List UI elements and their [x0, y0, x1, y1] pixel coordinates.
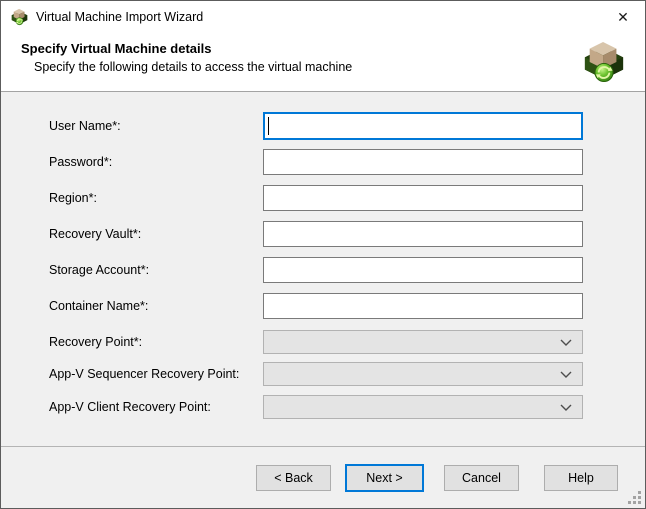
cancel-button[interactable]: Cancel: [444, 465, 519, 491]
user-name-input[interactable]: [263, 112, 583, 140]
appv-sequencer-recovery-point-select[interactable]: [263, 362, 583, 386]
close-icon: ✕: [617, 9, 629, 26]
user-name-row: User Name*:: [1, 112, 645, 140]
chevron-down-icon: [560, 404, 572, 411]
user-name-label: User Name*:: [49, 112, 121, 140]
storage-account-row: Storage Account*:: [1, 257, 645, 283]
container-name-row: Container Name*:: [1, 293, 645, 319]
region-input[interactable]: [263, 185, 583, 211]
recovery-vault-label: Recovery Vault*:: [49, 221, 141, 247]
password-label: Password*:: [49, 149, 112, 175]
app-icon: [11, 8, 28, 26]
window-title: Virtual Machine Import Wizard: [36, 10, 203, 24]
password-row: Password*:: [1, 149, 645, 175]
back-button[interactable]: < Back: [256, 465, 331, 491]
recovery-vault-row: Recovery Vault*:: [1, 221, 645, 247]
password-input[interactable]: [263, 149, 583, 175]
appv-client-recovery-point-row: App-V Client Recovery Point:: [1, 395, 645, 419]
appv-client-recovery-point-label: App-V Client Recovery Point:: [49, 395, 211, 419]
container-name-label: Container Name*:: [49, 293, 148, 319]
resize-grip[interactable]: [628, 491, 642, 505]
region-row: Region*:: [1, 185, 645, 211]
text-caret: [268, 117, 269, 135]
storage-account-input[interactable]: [263, 257, 583, 283]
title-bar[interactable]: Virtual Machine Import Wizard ✕: [1, 1, 645, 32]
page-subtitle: Specify the following details to access …: [34, 60, 352, 74]
page-title: Specify Virtual Machine details: [21, 41, 212, 56]
recovery-point-row: Recovery Point*:: [1, 330, 645, 354]
chevron-down-icon: [560, 339, 572, 346]
appv-sequencer-recovery-point-label: App-V Sequencer Recovery Point:: [49, 362, 239, 386]
help-button[interactable]: Help: [544, 465, 618, 491]
appv-sequencer-recovery-point-row: App-V Sequencer Recovery Point:: [1, 362, 645, 386]
recovery-point-select[interactable]: [263, 330, 583, 354]
wizard-header: Specify Virtual Machine details Specify …: [1, 32, 645, 92]
recovery-point-label: Recovery Point*:: [49, 330, 142, 354]
wizard-box-icon: [583, 38, 625, 86]
close-button[interactable]: ✕: [611, 6, 635, 28]
region-label: Region*:: [49, 185, 97, 211]
container-name-input[interactable]: [263, 293, 583, 319]
next-button[interactable]: Next >: [345, 464, 424, 492]
virtual-machine-import-wizard-dialog: Virtual Machine Import Wizard ✕ Specify …: [0, 0, 646, 509]
storage-account-label: Storage Account*:: [49, 257, 149, 283]
appv-client-recovery-point-select[interactable]: [263, 395, 583, 419]
recovery-vault-input[interactable]: [263, 221, 583, 247]
chevron-down-icon: [560, 371, 572, 378]
